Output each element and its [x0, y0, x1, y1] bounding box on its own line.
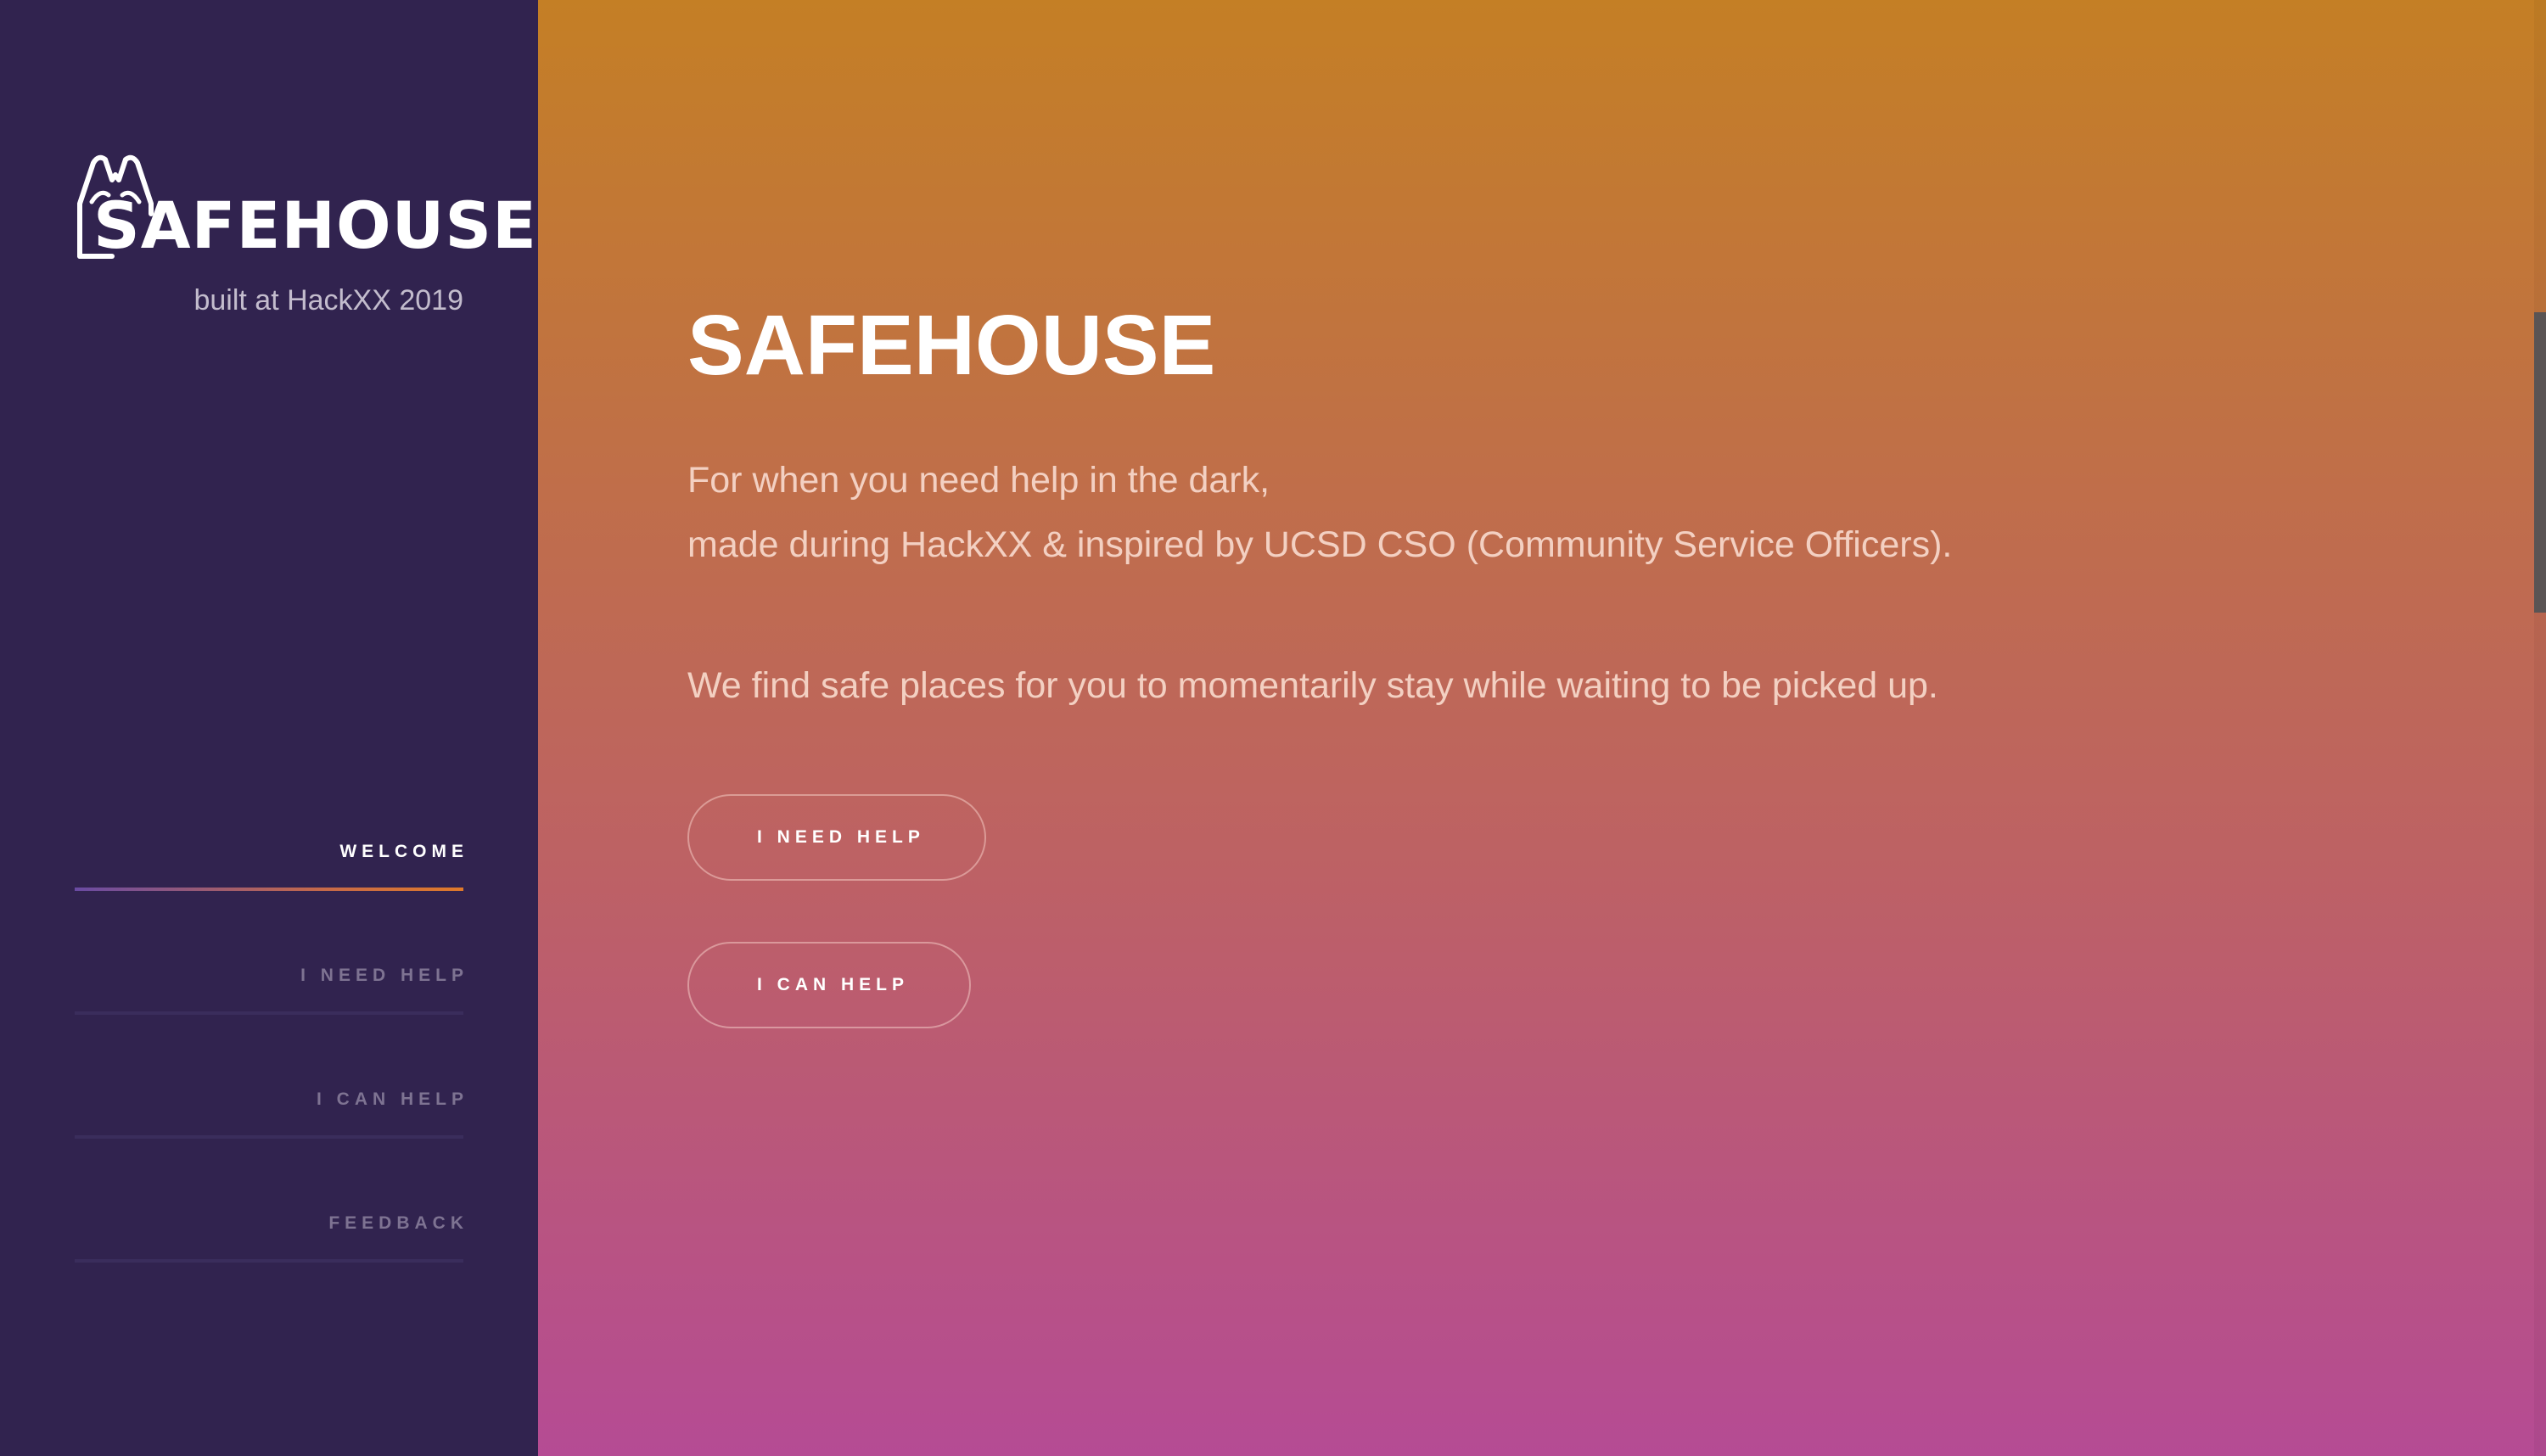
- i-need-help-button[interactable]: I NEED HELP: [687, 794, 986, 881]
- nav-divider: [75, 1135, 463, 1139]
- nav-item-label: WELCOME: [339, 842, 468, 861]
- nav-divider: [75, 1011, 463, 1015]
- intro-line-3: We find safe places for you to momentari…: [687, 665, 1938, 706]
- nav-item-feedback[interactable]: FEEDBACK: [75, 1193, 463, 1317]
- intro-line-1: For when you need help in the dark,: [687, 460, 1270, 501]
- page: SAFEHOUSE built at HackXX 2019 WELCOME I…: [0, 0, 2546, 1456]
- brand-name: SAFEHOUSE: [93, 188, 537, 263]
- tagline: built at HackXX 2019: [193, 284, 463, 316]
- nav-item-i-need-help[interactable]: I NEED HELP: [75, 945, 463, 1069]
- nav-item-i-can-help[interactable]: I CAN HELP: [75, 1069, 463, 1193]
- sidebar: SAFEHOUSE built at HackXX 2019 WELCOME I…: [0, 0, 538, 1456]
- nav-active-underline: [75, 888, 463, 891]
- nav-item-label: FEEDBACK: [328, 1213, 468, 1233]
- nav-item-label: I NEED HELP: [300, 966, 468, 985]
- page-title: SAFEHOUSE: [687, 298, 1216, 393]
- intro-line-2: made during HackXX & inspired by UCSD CS…: [687, 524, 1953, 565]
- i-can-help-button[interactable]: I CAN HELP: [687, 942, 971, 1028]
- nav-item-label: I CAN HELP: [316, 1089, 468, 1109]
- sidebar-nav: WELCOME I NEED HELP I CAN HELP FEEDBACK: [75, 821, 463, 1317]
- main-content: SAFEHOUSE For when you need help in the …: [538, 0, 2546, 1456]
- scrollbar[interactable]: [2534, 0, 2546, 1456]
- nav-divider: [75, 1259, 463, 1263]
- scrollbar-thumb[interactable]: [2534, 312, 2546, 613]
- nav-item-welcome[interactable]: WELCOME: [75, 821, 463, 945]
- brand-logo[interactable]: SAFEHOUSE: [75, 154, 537, 263]
